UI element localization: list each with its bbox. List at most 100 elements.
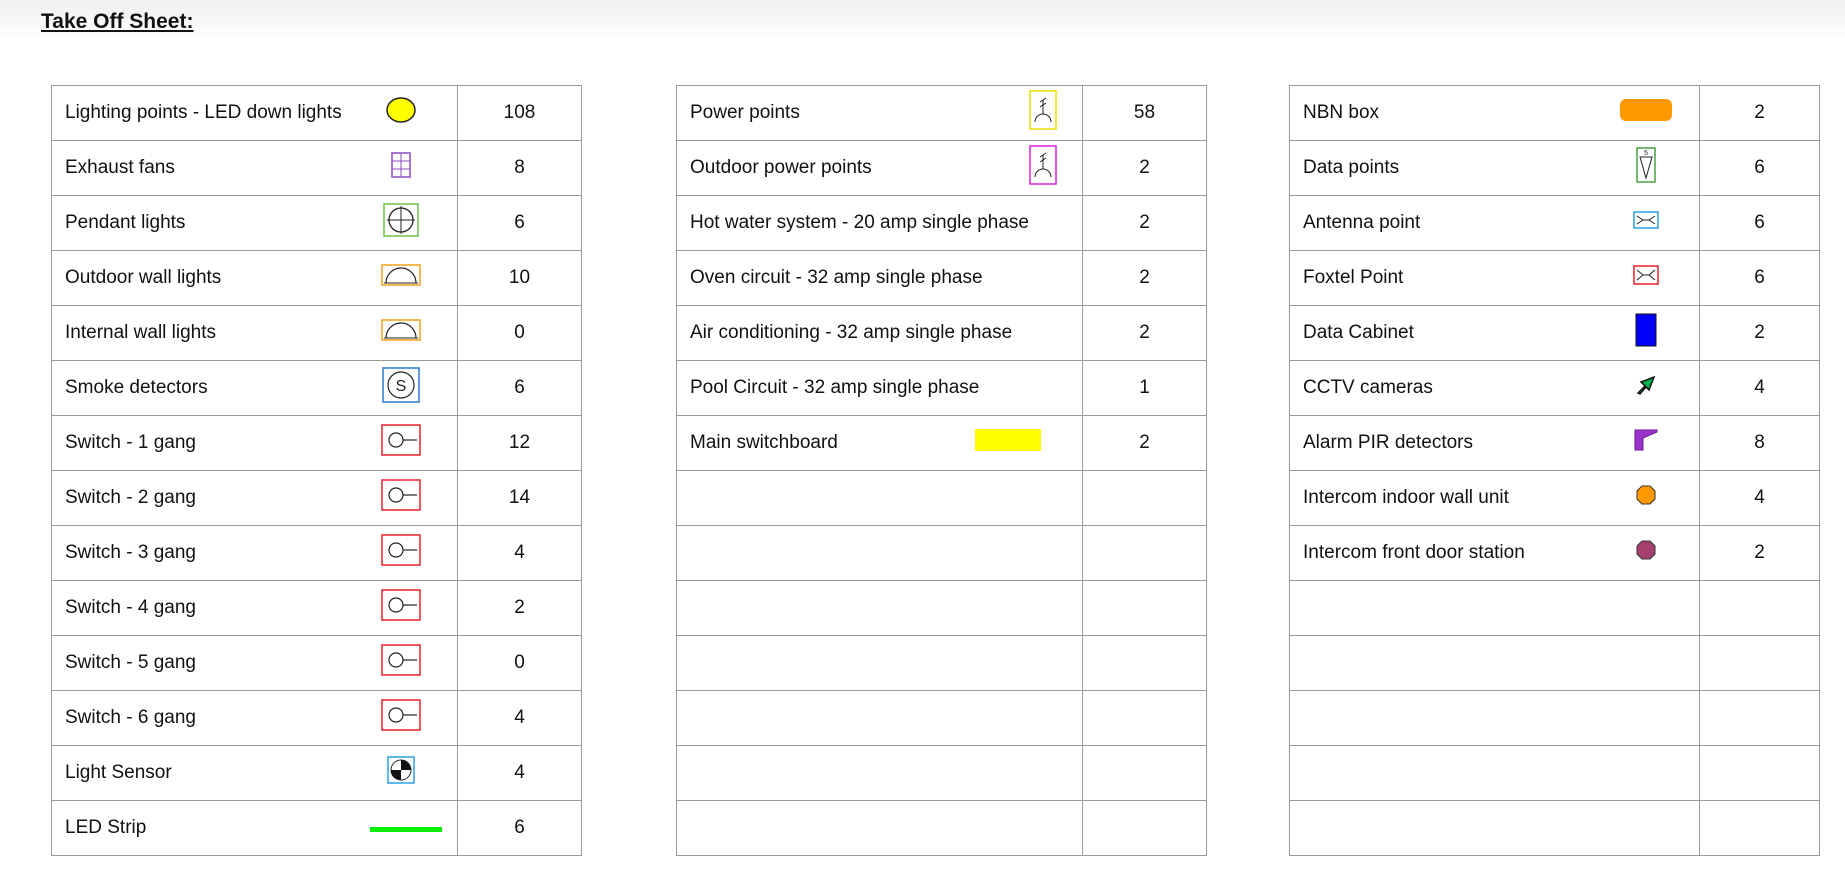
table-row	[676, 580, 1207, 636]
item-cell	[676, 580, 1083, 636]
item-label: Antenna point	[1303, 212, 1421, 233]
pendant-light-icon	[383, 203, 419, 243]
item-label: Intercom indoor wall unit	[1303, 487, 1509, 508]
table-row	[676, 470, 1207, 526]
quantity-cell: 0	[457, 635, 582, 691]
item-cell: Intercom indoor wall unit	[1289, 470, 1700, 526]
item-label: Smoke detectors	[65, 377, 208, 398]
table-row: Switch - 1 gang 12	[51, 415, 582, 471]
pir-detector-icon	[1633, 428, 1659, 458]
table-row: CCTV cameras 4	[1289, 360, 1820, 416]
quantity-cell: 1	[1082, 360, 1207, 416]
yellow-circle-icon	[385, 95, 417, 131]
table-row: Switch - 6 gang 4	[51, 690, 582, 746]
item-label: Data Cabinet	[1303, 322, 1414, 343]
power-point-icon	[1029, 90, 1057, 136]
table-row: Outdoor power points 2	[676, 140, 1207, 196]
quantity-cell: 8	[457, 140, 582, 196]
quantity-cell: 6	[1699, 250, 1820, 306]
item-label: Internal wall lights	[65, 322, 217, 343]
table-row: Switch - 3 gang 4	[51, 525, 582, 581]
table-row	[676, 525, 1207, 581]
item-label: Pool Circuit - 32 amp single phase	[690, 377, 980, 398]
table-row: Oven circuit - 32 amp single phase 2	[676, 250, 1207, 306]
table-row	[676, 690, 1207, 746]
table-row	[676, 635, 1207, 691]
table-row: Data Cabinet 2	[1289, 305, 1820, 361]
antenna-point-icon	[1633, 211, 1659, 235]
wall-light-icon	[381, 264, 421, 292]
item-label: Switch - 1 gang	[65, 432, 196, 453]
item-cell: Switch - 5 gang	[51, 635, 458, 691]
switch-icon	[381, 699, 421, 737]
svg-text:S: S	[396, 378, 407, 395]
switch-icon	[381, 589, 421, 627]
nbn-box-icon	[1619, 98, 1673, 128]
item-label: Air conditioning - 32 amp single phase	[690, 322, 1013, 343]
item-label: Intercom front door station	[1303, 542, 1525, 563]
led-strip-icon	[370, 817, 442, 839]
table-row	[1289, 800, 1820, 856]
table-row: Pool Circuit - 32 amp single phase 1	[676, 360, 1207, 416]
table-row: Power points 58	[676, 85, 1207, 141]
quantity-cell	[1082, 525, 1207, 581]
item-label: Switch - 5 gang	[65, 652, 196, 673]
item-cell	[676, 690, 1083, 746]
quantity-cell	[1699, 635, 1820, 691]
quantity-cell: 0	[457, 305, 582, 361]
item-cell: Outdoor power points	[676, 140, 1083, 196]
table-row	[1289, 745, 1820, 801]
table-row: Intercom indoor wall unit 4	[1289, 470, 1820, 526]
data-cabinet-icon	[1635, 313, 1657, 353]
switchboard-icon	[975, 429, 1041, 457]
quantity-cell: 2	[1082, 305, 1207, 361]
item-cell: Switch - 6 gang	[51, 690, 458, 746]
item-cell: Smoke detectors S	[51, 360, 458, 416]
item-label: Data points	[1303, 157, 1400, 178]
item-cell: Main switchboard	[676, 415, 1083, 471]
item-cell: Switch - 1 gang	[51, 415, 458, 471]
item-cell: Data Cabinet	[1289, 305, 1700, 361]
table-row	[1289, 690, 1820, 746]
item-cell: Exhaust fans	[51, 140, 458, 196]
table-row: Switch - 2 gang 14	[51, 470, 582, 526]
table-row: Switch - 4 gang 2	[51, 580, 582, 636]
table-row: Intercom front door station 2	[1289, 525, 1820, 581]
quantity-cell: 10	[457, 250, 582, 306]
item-cell: LED Strip	[51, 800, 458, 856]
quantity-cell	[1082, 470, 1207, 526]
item-cell: Switch - 3 gang	[51, 525, 458, 581]
table-row	[1289, 635, 1820, 691]
table-row: Air conditioning - 32 amp single phase 2	[676, 305, 1207, 361]
item-cell: NBN box	[1289, 85, 1700, 141]
item-cell: Pendant lights	[51, 195, 458, 251]
item-cell: Antenna point	[1289, 195, 1700, 251]
item-cell	[676, 800, 1083, 856]
item-cell: Switch - 4 gang	[51, 580, 458, 636]
item-cell: Air conditioning - 32 amp single phase	[676, 305, 1083, 361]
item-cell: Oven circuit - 32 amp single phase	[676, 250, 1083, 306]
switch-icon	[381, 424, 421, 462]
data-point-icon: 5	[1636, 147, 1656, 189]
table-row: Antenna point 6	[1289, 195, 1820, 251]
quantity-cell: 2	[1082, 415, 1207, 471]
wall-light-icon	[381, 319, 421, 347]
item-cell: Data points 5	[1289, 140, 1700, 196]
item-label: Oven circuit - 32 amp single phase	[690, 267, 983, 288]
item-cell	[1289, 745, 1700, 801]
item-cell: Switch - 2 gang	[51, 470, 458, 526]
quantity-cell: 6	[457, 360, 582, 416]
item-label: Outdoor power points	[690, 157, 872, 178]
quantity-cell: 4	[457, 745, 582, 801]
item-label: LED Strip	[65, 817, 147, 838]
switch-icon	[381, 644, 421, 682]
table-row	[676, 800, 1207, 856]
quantity-cell: 8	[1699, 415, 1820, 471]
quantity-cell	[1699, 580, 1820, 636]
item-label: Power points	[690, 102, 800, 123]
quantity-cell: 6	[1699, 140, 1820, 196]
item-label: Pendant lights	[65, 212, 186, 233]
table-row	[676, 745, 1207, 801]
exhaust-fan-icon	[390, 151, 412, 185]
quantity-cell: 2	[1082, 250, 1207, 306]
